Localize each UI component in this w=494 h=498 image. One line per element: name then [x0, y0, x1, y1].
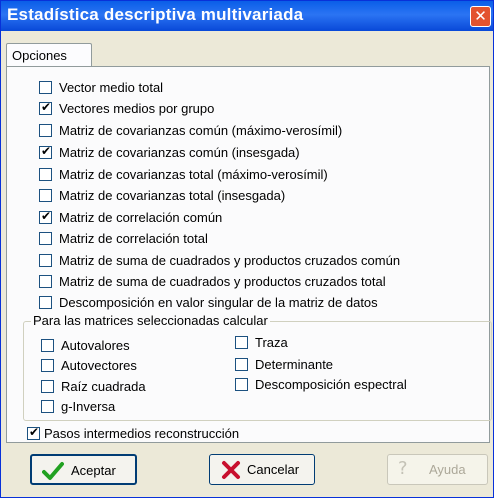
- option-label: Autovalores: [61, 338, 130, 353]
- x-icon: [222, 461, 240, 479]
- checkbox[interactable]: [235, 336, 248, 349]
- option-label: Matriz de covarianzas total (máximo-vero…: [59, 167, 328, 182]
- option-label: g-Inversa: [61, 399, 116, 414]
- check-mark-icon: [40, 187, 52, 199]
- checkbox[interactable]: [39, 254, 52, 267]
- tab-label: Opciones: [12, 48, 67, 63]
- dialog-window: Estadística descriptiva multivariada ✕ O…: [0, 0, 494, 498]
- option-label: Autovectores: [61, 358, 137, 373]
- checkbox[interactable]: [41, 380, 54, 393]
- group-title: Para las matrices seleccionadas calcular: [31, 313, 270, 329]
- check-mark-icon: [42, 378, 54, 390]
- check-mark-icon: [42, 357, 54, 369]
- check-mark-icon: ✔: [40, 144, 52, 158]
- check-mark-icon: [236, 376, 248, 388]
- check-mark-icon: [40, 166, 52, 178]
- option-label: Matriz de suma de cuadrados y productos …: [59, 274, 386, 289]
- close-icon: ✕: [474, 7, 487, 25]
- checkbox[interactable]: [235, 378, 248, 391]
- check-icon: [42, 462, 64, 480]
- check-mark-icon: [236, 334, 248, 346]
- checkbox[interactable]: ✔: [39, 100, 52, 115]
- window-title: Estadística descriptiva multivariada: [7, 5, 304, 24]
- check-mark-icon: [40, 294, 52, 306]
- title-bar[interactable]: Estadística descriptiva multivariada ✕: [1, 1, 493, 31]
- checkbox[interactable]: ✔: [39, 209, 52, 224]
- option-label: Matriz de correlación total: [59, 231, 208, 246]
- checkbox[interactable]: ✔: [27, 425, 40, 440]
- check-mark-icon: [236, 356, 248, 368]
- cancel-label: Cancelar: [247, 462, 300, 477]
- question-icon: ?: [398, 458, 408, 479]
- close-button[interactable]: ✕: [470, 6, 491, 27]
- check-mark-icon: [40, 122, 52, 134]
- accept-button[interactable]: Aceptar: [30, 454, 137, 485]
- cancel-button[interactable]: Cancelar: [209, 454, 315, 485]
- check-mark-icon: [40, 79, 52, 91]
- help-button[interactable]: ? Ayuda: [387, 454, 488, 485]
- checkbox[interactable]: [39, 275, 52, 288]
- option-label: Vector medio total: [59, 80, 164, 95]
- check-mark-icon: [42, 398, 54, 410]
- option-label: Matriz de covarianzas común (máximo-vero…: [59, 123, 343, 138]
- option-label: Pasos intermedios reconstrucción: [44, 426, 240, 441]
- checkbox[interactable]: [41, 400, 54, 413]
- option-label: Traza: [255, 335, 288, 350]
- checkbox[interactable]: [39, 168, 52, 181]
- check-mark-icon: [40, 230, 52, 242]
- checkbox[interactable]: [39, 296, 52, 309]
- checkbox[interactable]: [41, 339, 54, 352]
- checkbox[interactable]: [41, 359, 54, 372]
- checkbox[interactable]: [39, 189, 52, 202]
- check-mark-icon: [42, 337, 54, 349]
- option-label: Descomposición en valor singular de la m…: [59, 295, 378, 310]
- check-mark-icon: ✔: [40, 100, 52, 114]
- option-label: Descomposición espectral: [255, 377, 407, 392]
- option-label: Determinante: [255, 357, 334, 372]
- accept-label: Aceptar: [71, 463, 116, 478]
- check-mark-icon: ✔: [40, 209, 52, 223]
- check-mark-icon: [40, 252, 52, 264]
- checkbox[interactable]: [39, 81, 52, 94]
- option-label: Matriz de covarianzas total (insesgada): [59, 188, 286, 203]
- checkbox[interactable]: [39, 232, 52, 245]
- option-label: Matriz de correlación común: [59, 210, 223, 225]
- checkbox[interactable]: [39, 124, 52, 137]
- check-mark-icon: [40, 273, 52, 285]
- option-label: Matriz de suma de cuadrados y productos …: [59, 253, 401, 268]
- checkbox[interactable]: ✔: [39, 144, 52, 159]
- help-label: Ayuda: [429, 462, 466, 477]
- option-label: Vectores medios por grupo: [59, 101, 215, 116]
- option-label: Matriz de covarianzas común (insesgada): [59, 145, 300, 160]
- tab-opciones[interactable]: Opciones: [6, 43, 92, 67]
- option-label: Raíz cuadrada: [61, 379, 146, 394]
- checkbox[interactable]: [235, 358, 248, 371]
- check-mark-icon: ✔: [28, 425, 40, 439]
